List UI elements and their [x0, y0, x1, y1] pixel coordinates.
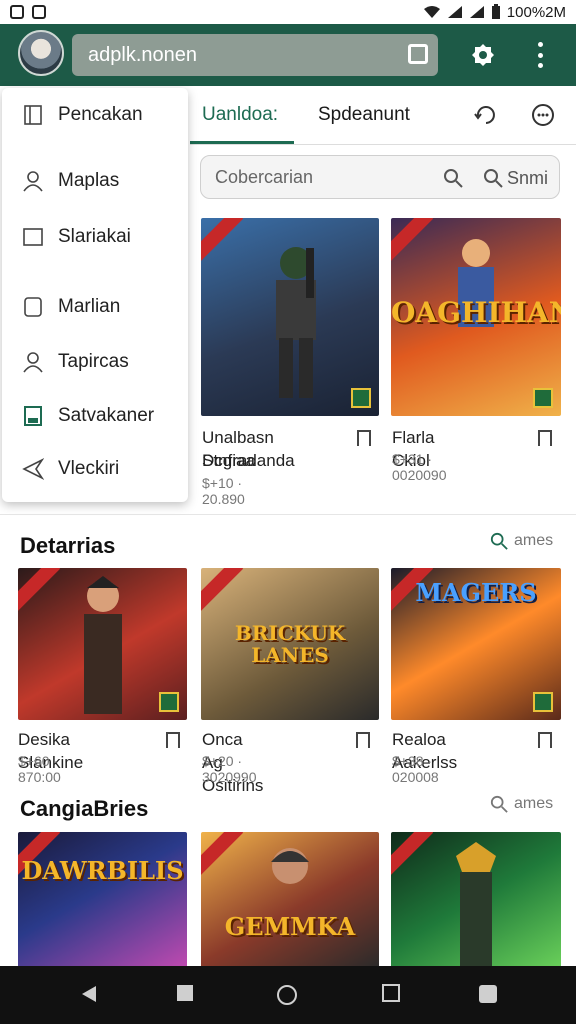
gear-icon[interactable]: [470, 42, 496, 68]
tab-indicator: [190, 141, 294, 144]
game-thumbnail[interactable]: [18, 568, 187, 720]
game-logo-text: BRICKUK LANES: [234, 621, 346, 667]
search-icon[interactable]: [443, 168, 463, 188]
square-icon[interactable]: [408, 44, 428, 64]
bookmark-icon[interactable]: [538, 732, 552, 748]
menu-item-vleckiri[interactable]: Vleckiri: [22, 458, 119, 480]
search-placeholder: Cobercarian: [215, 166, 314, 187]
home-icon[interactable]: [276, 984, 298, 1006]
chat-icon[interactable]: [530, 102, 556, 128]
dropdown-menu: Pencakan Maplas Slariakai Marlian Tapirc…: [2, 88, 188, 502]
system-nav-bar: [0, 966, 576, 1024]
signal-icon: [447, 6, 462, 18]
refresh-icon[interactable]: [472, 102, 498, 128]
menu-item-label: Tapircas: [58, 351, 129, 372]
menu-item-label: Satvakaner: [58, 405, 155, 426]
rounded-square-icon: [24, 297, 42, 317]
battery-icon: [491, 4, 500, 19]
game-price: $+31 · 0020090: [392, 451, 447, 483]
status-left: [10, 5, 46, 19]
recents-icon[interactable]: [382, 984, 400, 1002]
game-thumbnail[interactable]: DAWRBILIS: [18, 832, 187, 968]
bookmark-icon[interactable]: [356, 732, 370, 748]
app-bar-title: adplk.nonen: [88, 43, 197, 66]
notification-icon: [10, 5, 24, 19]
game-thumbnail[interactable]: [201, 218, 379, 416]
overflow-menu-icon[interactable]: [536, 42, 544, 68]
menu-item-satvakaner[interactable]: Satvakaner: [22, 405, 154, 427]
square-icon[interactable]: [478, 984, 498, 1004]
status-bar: 100%2M: [0, 0, 576, 24]
game-price: $+60 · 870:00: [18, 753, 61, 785]
divider: [0, 514, 576, 515]
tab-spdeanunt[interactable]: Spdeanunt: [318, 104, 410, 126]
square-icon[interactable]: [176, 984, 194, 1002]
game-price: $+38 · 020008: [392, 753, 439, 785]
game-price: $+20 · 3020990: [202, 753, 257, 785]
status-time: 100%2M: [506, 3, 566, 21]
game-subtitle: Dcgradanda: [202, 451, 295, 470]
search-input[interactable]: Cobercarian Snmi: [200, 155, 560, 199]
menu-item-label: Slariakai: [58, 226, 131, 247]
document-icon: [24, 105, 42, 125]
bookmark-icon[interactable]: [538, 430, 552, 446]
storage-icon: [24, 406, 42, 426]
menu-item-maplas[interactable]: Maplas: [22, 170, 119, 192]
bookmark-icon[interactable]: [357, 430, 371, 446]
menu-item-slariakai[interactable]: Slariakai: [22, 226, 131, 248]
game-thumbnail[interactable]: BRICKUK LANES: [201, 568, 379, 720]
back-icon[interactable]: [80, 984, 98, 1004]
game-thumbnail[interactable]: OAGHIHAN: [391, 218, 561, 416]
tab-downloads[interactable]: Uanldoa:: [202, 104, 278, 126]
section-more-link[interactable]: ames: [490, 532, 553, 550]
game-price: $+10 · 20.890: [202, 475, 245, 507]
send-icon: [22, 458, 44, 480]
wifi-icon: [423, 6, 440, 18]
notification-icon: [32, 5, 46, 19]
app-bar: adplk.nonen: [0, 24, 576, 86]
game-logo-text: DAWRBILIS: [21, 856, 184, 885]
signal-icon: [469, 6, 484, 18]
game-thumbnail[interactable]: MAGERS: [391, 568, 561, 720]
tab-bar: Uanldoa: Spdeanunt: [190, 86, 576, 145]
section-title: CangiaBries: [20, 796, 149, 821]
game-logo-text: MAGERS: [415, 578, 537, 607]
menu-item-label: Maplas: [58, 170, 120, 191]
search-icon[interactable]: [483, 168, 503, 188]
section-title: Detarrias: [20, 533, 116, 558]
person-icon: [23, 171, 43, 192]
menu-item-label: Pencakan: [58, 104, 143, 125]
search-icon: [490, 532, 508, 550]
search-right-label: Snmi: [507, 168, 549, 188]
game-thumbnail[interactable]: [391, 832, 561, 968]
menu-item-marlian[interactable]: Marlian: [22, 296, 120, 318]
square-icon: [23, 228, 43, 246]
game-logo-text: GEMMKA: [224, 912, 356, 941]
search-icon: [490, 795, 508, 813]
person-icon: [23, 352, 43, 373]
game-logo-text: OAGHIHAN: [391, 296, 561, 329]
menu-item-pencakan[interactable]: Pencakan: [22, 104, 143, 126]
menu-item-label: Vleckiri: [58, 458, 120, 479]
app-search-bar[interactable]: adplk.nonen: [72, 34, 438, 76]
avatar[interactable]: [18, 30, 64, 76]
menu-item-label: Marlian: [58, 296, 121, 317]
menu-item-tapircas[interactable]: Tapircas: [22, 351, 129, 373]
game-thumbnail[interactable]: GEMMKA: [201, 832, 379, 968]
status-right: 100%2M: [423, 4, 566, 21]
bookmark-icon[interactable]: [166, 732, 180, 748]
section-more-link[interactable]: ames: [490, 795, 553, 813]
